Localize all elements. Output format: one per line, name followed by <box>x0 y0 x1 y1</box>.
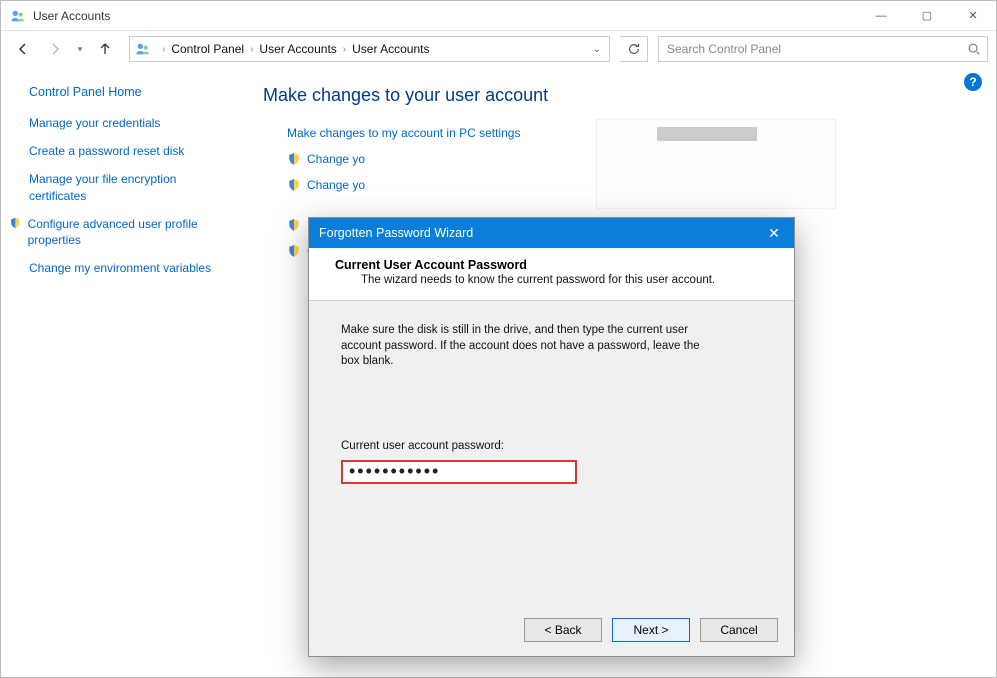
chevron-right-icon: › <box>343 44 346 55</box>
wizard-dialog: Forgotten Password Wizard ✕ Current User… <box>308 217 795 657</box>
chevron-right-icon: › <box>162 44 165 55</box>
dialog-header-title: Current User Account Password <box>335 258 768 272</box>
sidebar-link-reset-disk[interactable]: Create a password reset disk <box>29 143 231 159</box>
shield-icon <box>287 178 301 192</box>
content-area: Control Panel Home Manage your credentia… <box>1 67 996 677</box>
shield-icon <box>9 216 22 230</box>
next-button[interactable]: Next > <box>612 618 690 642</box>
sidebar-link-profile-props[interactable]: Configure advanced user profile properti… <box>9 216 231 248</box>
recent-dropdown[interactable]: ▾ <box>73 35 87 63</box>
dialog-header: Current User Account Password The wizard… <box>309 248 794 301</box>
forward-button[interactable] <box>41 35 69 63</box>
dialog-body: Make sure the disk is still in the drive… <box>309 301 794 506</box>
breadcrumb-icon <box>134 40 152 58</box>
sidebar-link-credentials[interactable]: Manage your credentials <box>29 115 231 131</box>
account-thumb <box>657 127 757 141</box>
shield-icon <box>287 152 301 166</box>
up-button[interactable] <box>91 35 119 63</box>
cancel-button[interactable]: Cancel <box>700 618 778 642</box>
breadcrumb-bar[interactable]: › Control Panel › User Accounts › User A… <box>129 36 610 62</box>
search-icon[interactable] <box>961 42 987 56</box>
page-title: Make changes to your user account <box>263 85 974 106</box>
breadcrumb-item[interactable]: Control Panel <box>171 42 244 56</box>
search-wrap <box>658 36 988 62</box>
account-card <box>596 119 836 209</box>
dialog-titlebar[interactable]: Forgotten Password Wizard ✕ <box>309 218 794 248</box>
navbar: ▾ › Control Panel › User Accounts › User… <box>1 31 996 67</box>
password-label: Current user account password: <box>341 440 762 452</box>
back-button[interactable] <box>9 35 37 63</box>
sidebar: Control Panel Home Manage your credentia… <box>1 67 241 677</box>
dialog-close-button[interactable]: ✕ <box>754 218 794 248</box>
shield-icon <box>287 244 301 258</box>
sidebar-link-encryption[interactable]: Manage your file encryption certificates <box>29 171 231 203</box>
dialog-header-sub: The wizard needs to know the current pas… <box>361 274 768 286</box>
breadcrumb-expand[interactable]: ⌄ <box>589 44 605 55</box>
titlebar: User Accounts — ▢ ✕ <box>1 1 996 31</box>
shield-icon <box>287 218 301 232</box>
window-title: User Accounts <box>33 9 110 23</box>
maximize-button[interactable]: ▢ <box>904 1 950 31</box>
dialog-title: Forgotten Password Wizard <box>319 226 473 240</box>
password-input[interactable]: ••••••••••• <box>341 460 577 484</box>
back-button[interactable]: < Back <box>524 618 602 642</box>
dialog-button-row: < Back Next > Cancel <box>524 618 778 642</box>
breadcrumb-item[interactable]: User Accounts <box>352 42 429 56</box>
breadcrumb-item[interactable]: User Accounts <box>259 42 336 56</box>
close-button[interactable]: ✕ <box>950 1 996 31</box>
help-icon[interactable]: ? <box>964 73 982 91</box>
refresh-button[interactable] <box>620 36 648 62</box>
search-input[interactable] <box>659 37 961 61</box>
chevron-right-icon: › <box>250 44 253 55</box>
dialog-instruction: Make sure the disk is still in the drive… <box>341 323 701 370</box>
app-icon <box>9 7 27 25</box>
sidebar-link-env-vars[interactable]: Change my environment variables <box>29 260 231 276</box>
control-panel-home-link[interactable]: Control Panel Home <box>29 85 231 99</box>
minimize-button[interactable]: — <box>858 1 904 31</box>
